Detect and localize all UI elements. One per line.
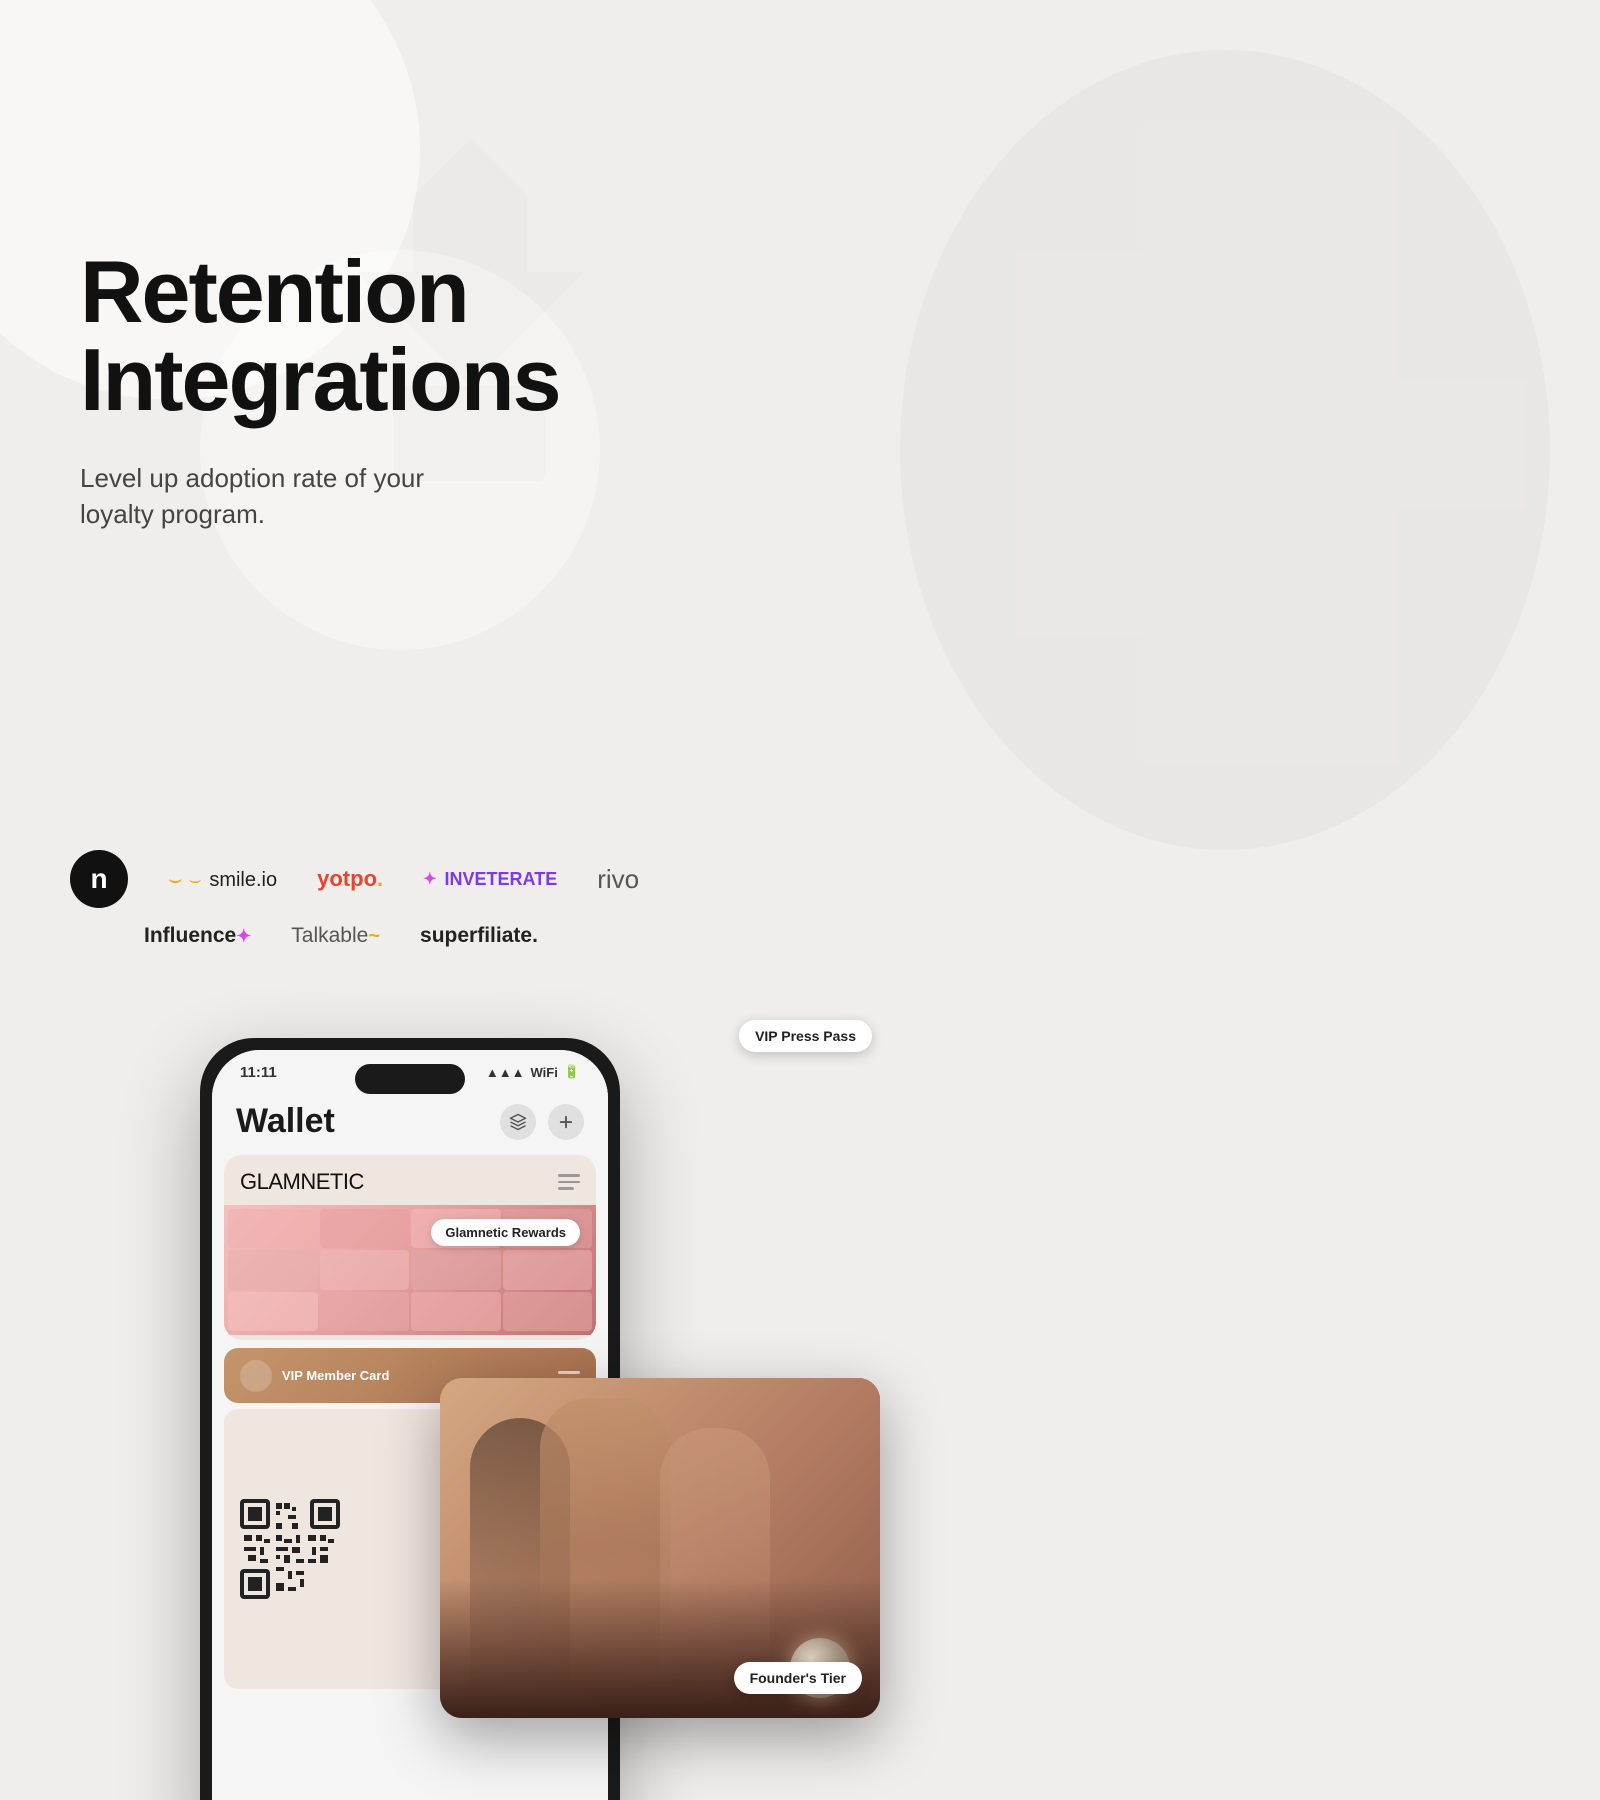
rivo-logo: rivo [597, 864, 639, 895]
heading-line2: Integrations [80, 330, 560, 429]
logos-section: n ⌣ smile.io yotpo. ✦INVETERATE rivo Inf… [70, 850, 1600, 948]
menu-line-2 [558, 1181, 580, 1184]
status-time: 11:11 [240, 1064, 277, 1081]
glamnetic-card-image: Glamnetic Rewards [224, 1205, 596, 1335]
left-panel: Retention Integrations Level up adoption… [70, 0, 710, 900]
expanded-card-image: Founder's Tier [440, 1378, 880, 1718]
expanded-card: Founder's Tier [440, 1378, 880, 1718]
vip-press-badge: VIP Press Pass [739, 1020, 872, 1052]
subtitle: Level up adoption rate of your loyalty p… [80, 460, 500, 533]
wallet-icon-cube[interactable] [500, 1104, 536, 1140]
glamnetic-logo: GLAMNETIC [240, 1169, 364, 1195]
heading-line1: Retention [80, 242, 468, 341]
yotpo-logo: yotpo. [317, 866, 383, 892]
menu-line-1 [558, 1174, 580, 1177]
wifi-icon: WiFi [530, 1065, 557, 1080]
signal-icon: ▲▲▲ [486, 1065, 525, 1080]
superfiliate-logo: superfiliate. [420, 924, 538, 948]
wallet-icon-add[interactable] [548, 1104, 584, 1140]
main-heading: Retention Integrations [80, 248, 710, 424]
right-panel: 11:11 ▲▲▲ WiFi 🔋 Wallet [0, 998, 900, 1800]
vip-card-label: VIP Member Card [282, 1368, 389, 1383]
menu-icon [558, 1174, 580, 1190]
battery-icon: 🔋 [564, 1064, 580, 1080]
logos-row-1: n ⌣ smile.io yotpo. ✦INVETERATE rivo [70, 850, 1600, 908]
wallet-header: Wallet [212, 1094, 608, 1155]
status-icons: ▲▲▲ WiFi 🔋 [486, 1064, 580, 1080]
qr-code [240, 1499, 340, 1599]
logos-row-2: Influence✦ Talkable~ superfiliate. [70, 924, 1600, 948]
influence-logo: Influence✦ [144, 924, 251, 948]
dynamic-island [355, 1064, 465, 1094]
wallet-title: Wallet [236, 1102, 335, 1141]
rewards-badge: Glamnetic Rewards [431, 1219, 580, 1246]
glamnetic-card-header: GLAMNETIC [224, 1155, 596, 1205]
vip-avatar [240, 1360, 272, 1392]
menu-line-3 [558, 1187, 574, 1190]
bg-shape [900, 50, 1550, 850]
smile-logo: ⌣ smile.io [168, 866, 277, 892]
n-logo: n [70, 850, 128, 908]
glamnetic-card[interactable]: GLAMNETIC [224, 1155, 596, 1340]
inveterate-logo: ✦INVETERATE [423, 869, 557, 890]
talkable-logo: Talkable~ [291, 924, 380, 948]
wallet-action-icons[interactable] [500, 1104, 584, 1140]
founders-tier-badge: Founder's Tier [734, 1662, 862, 1694]
